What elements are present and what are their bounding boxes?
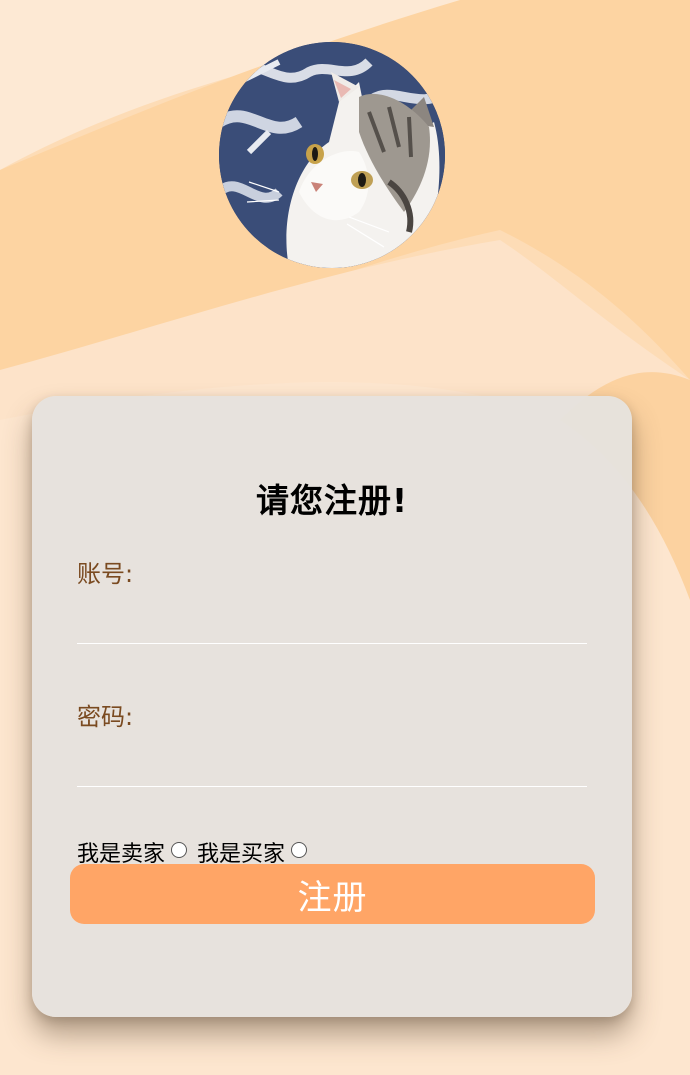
password-label: 密码: [77,703,134,731]
account-label: 账号: [77,560,134,588]
register-button[interactable]: 注册 [70,864,595,924]
role-buyer-radio[interactable] [291,842,308,858]
account-field[interactable] [77,604,587,644]
role-seller-radio[interactable] [171,842,188,858]
page-title: 请您注册! [255,481,409,520]
cat-photo-icon [219,42,445,268]
cat-avatar [219,42,445,268]
register-card: 请您注册! 账号: 密码: 我是卖家 我是买家 注册 [32,396,632,1017]
password-field[interactable] [77,747,587,787]
